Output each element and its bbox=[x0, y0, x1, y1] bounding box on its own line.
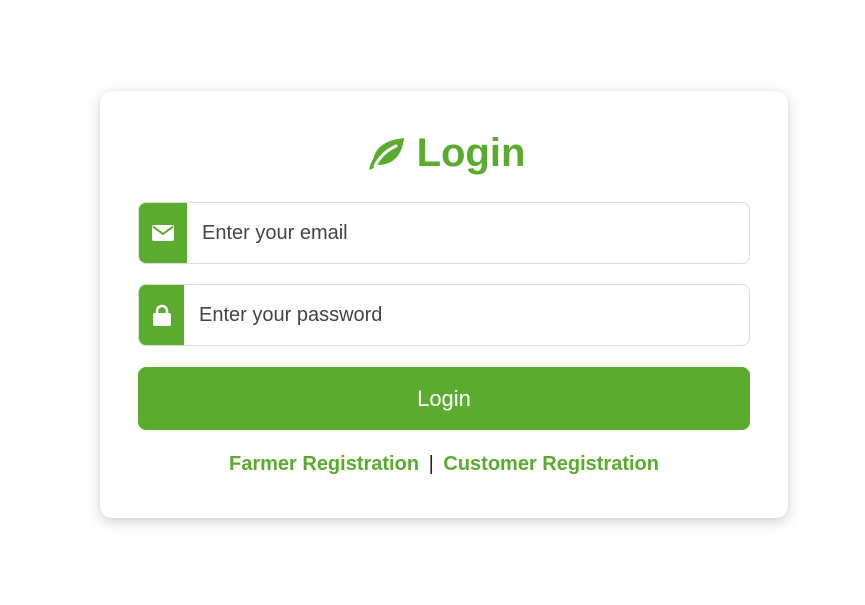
registration-links: Farmer Registration | Customer Registrat… bbox=[100, 453, 788, 476]
farmer-registration-link[interactable]: Farmer Registration bbox=[229, 453, 419, 475]
login-header: Login bbox=[100, 131, 788, 175]
link-separator: | bbox=[428, 453, 434, 475]
password-input[interactable] bbox=[184, 285, 749, 345]
envelope-icon bbox=[139, 203, 187, 263]
customer-registration-link[interactable]: Customer Registration bbox=[443, 453, 659, 475]
email-input[interactable] bbox=[187, 203, 749, 263]
login-card: Login Login Farmer Registration | Custom… bbox=[100, 91, 788, 518]
lock-icon bbox=[139, 285, 184, 345]
page-title: Login bbox=[416, 131, 526, 175]
password-field-group bbox=[138, 284, 750, 346]
email-field-group bbox=[138, 202, 750, 264]
login-button[interactable]: Login bbox=[138, 367, 750, 430]
leaf-icon bbox=[363, 134, 405, 172]
